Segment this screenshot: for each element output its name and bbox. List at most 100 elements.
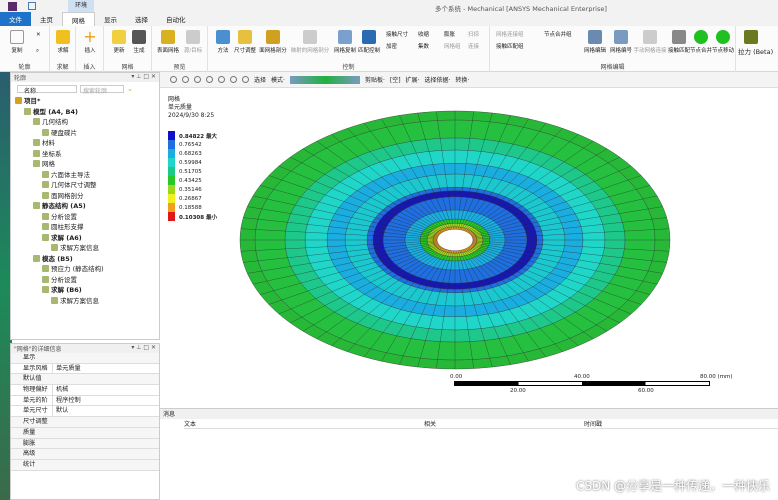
tree-item[interactable]: 圆柱形支撑: [11, 222, 159, 233]
details-group[interactable]: 默认值: [11, 374, 159, 386]
group-outline: 复制 ✕ ⌕ 轮廓: [0, 26, 50, 72]
tree-item[interactable]: 面网格剖分: [11, 191, 159, 202]
property-value[interactable]: 程序控制: [53, 396, 81, 406]
group-preview: 表面网格 源/目标 预览: [152, 26, 208, 72]
source-target-button[interactable]: 源/目标: [178, 30, 208, 54]
tree-item[interactable]: 分析设置: [11, 275, 159, 286]
tree-item[interactable]: 材料: [11, 138, 159, 149]
extend-dropdown[interactable]: 扩展·: [406, 75, 420, 84]
node-move-button[interactable]: 节点移动: [708, 30, 738, 54]
tree-item-label: 模态 (B5): [42, 254, 73, 263]
inflation-button[interactable]: 膨胀: [444, 30, 455, 38]
tree-item[interactable]: 静态结构 (A5): [11, 201, 159, 212]
details-row[interactable]: 物理偏好 机械: [11, 385, 159, 396]
details-group[interactable]: 显示: [11, 353, 159, 364]
tree-item-label: 项目*: [24, 97, 41, 105]
details-group[interactable]: 统计: [11, 459, 159, 471]
mapped-meshing-button[interactable]: 映射的网格剖分: [290, 30, 330, 54]
search-icon[interactable]: ⌕: [36, 48, 39, 55]
tab-home[interactable]: 主页: [31, 12, 62, 26]
tree-item[interactable]: 求解 (A6): [11, 233, 159, 244]
sweep-button[interactable]: 扫掠: [468, 30, 479, 38]
context-tab-environment[interactable]: 环境: [68, 0, 94, 12]
zoom-box-icon[interactable]: [242, 76, 249, 83]
pan-icon[interactable]: [218, 76, 225, 83]
zoom-in-icon[interactable]: [170, 76, 177, 83]
details-group[interactable]: 膨胀: [11, 438, 159, 450]
tree-item[interactable]: 模型 (A4, B4): [11, 107, 159, 118]
column-related[interactable]: 相关: [424, 419, 584, 428]
manual-mesh-connection-button[interactable]: 手动网格连接: [632, 30, 668, 54]
zoom-fit-icon[interactable]: [230, 76, 237, 83]
details-group[interactable]: 尺寸调整: [11, 417, 159, 428]
tree-item[interactable]: 硬盘碟片: [11, 128, 159, 139]
connect-button[interactable]: 连接: [468, 42, 479, 50]
tree-item[interactable]: 坐标系: [11, 149, 159, 160]
panel-controls[interactable]: ▾ ⊥ □ ✕: [131, 344, 156, 351]
details-group[interactable]: 质量: [11, 427, 159, 439]
tree-item-label: 六面体主导法: [51, 170, 90, 179]
property-value[interactable]: 默认: [53, 406, 68, 416]
sizing-button[interactable]: 尺寸调整: [230, 30, 260, 54]
insert-button[interactable]: + 插入: [75, 29, 105, 55]
tab-automation[interactable]: 自动化: [157, 12, 195, 26]
tree-item[interactable]: 求解 (B6): [11, 285, 159, 296]
scale-label: 20.00: [510, 388, 526, 394]
rotate-icon[interactable]: [206, 76, 213, 83]
outline-search-input[interactable]: 搜索轮廓: [80, 85, 124, 95]
details-row[interactable]: 显示风格 单元质量: [11, 363, 159, 375]
filter-chevron-icon[interactable]: ⌄: [127, 85, 133, 93]
tree-item-label: 材料: [42, 139, 55, 147]
face-meshing-button[interactable]: 面网格剖分: [258, 30, 288, 54]
copy-button[interactable]: 复制: [2, 30, 32, 54]
select-button[interactable]: 选择: [254, 75, 266, 84]
tree-item[interactable]: 分析设置: [11, 212, 159, 223]
selection-filter-icons[interactable]: [289, 75, 360, 84]
property-value[interactable]: 单元质量: [53, 364, 81, 374]
details-row[interactable]: 单元的阶 程序控制: [11, 395, 159, 407]
tree-item[interactable]: 网格: [11, 159, 159, 170]
clipboard-dropdown[interactable]: 剪贴板·: [365, 75, 385, 84]
contact-sizing-button[interactable]: 接触尺寸: [386, 30, 408, 38]
refinement-button[interactable]: 加密: [386, 42, 397, 50]
details-group[interactable]: 高级: [11, 449, 159, 460]
solve-button[interactable]: 求解: [48, 30, 78, 54]
tab-selection[interactable]: 选择: [126, 12, 157, 26]
property-value[interactable]: 机械: [53, 385, 68, 395]
convert-dropdown[interactable]: 转换·: [455, 75, 469, 84]
tree-item[interactable]: 几何结构: [11, 117, 159, 128]
tree-item[interactable]: 求解方案信息: [11, 243, 159, 254]
tree-item[interactable]: 六面体主导法: [11, 170, 159, 181]
tab-file[interactable]: 文件: [0, 12, 31, 26]
zoom-out-icon[interactable]: [182, 76, 189, 83]
pull-button[interactable]: 拉力 (Beta): [738, 30, 778, 56]
tab-display[interactable]: 显示: [95, 12, 126, 26]
column-timestamp[interactable]: 时间戳: [584, 419, 602, 428]
mesh-group-button[interactable]: 网格组: [444, 42, 461, 50]
details-row[interactable]: 单元尺寸 默认: [11, 406, 159, 418]
node-merge-group-button[interactable]: 节点合并组: [544, 30, 572, 38]
tree-item[interactable]: 几何体尺寸调整: [11, 180, 159, 191]
contact-shrink-button[interactable]: 收缩: [418, 30, 429, 38]
tree-item[interactable]: 项目*: [11, 96, 159, 107]
generate-button[interactable]: 生成: [124, 30, 154, 54]
panel-controls[interactable]: ▾ ⊥ □ ✕: [131, 73, 156, 80]
empty-selection[interactable]: [空]: [390, 75, 401, 84]
tree-item[interactable]: 模态 (B5): [11, 254, 159, 265]
tree-item[interactable]: 预应力 (静态结构): [11, 264, 159, 275]
match-control-button[interactable]: 匹配控制: [354, 30, 384, 54]
graphics-viewport[interactable]: 网格 单元质量 2024/9/30 8:25 0.84822 最大 0.76542…: [160, 88, 778, 406]
sets-button[interactable]: 集数: [418, 42, 429, 50]
column-text[interactable]: 文本: [184, 419, 424, 428]
contact-match-group-button[interactable]: 接触匹配组: [496, 42, 524, 50]
tree-item[interactable]: 求解方案信息: [11, 296, 159, 307]
tab-mesh[interactable]: 网格: [62, 12, 95, 26]
mesh-connection-group-button[interactable]: 网格连接组: [496, 30, 524, 38]
select-by-dropdown[interactable]: 选择依据·: [424, 75, 450, 84]
filter-name-select[interactable]: 名称: [17, 85, 77, 95]
mode-dropdown[interactable]: 模式·: [271, 75, 285, 84]
iso-view-icon[interactable]: [194, 76, 201, 83]
save-icon[interactable]: [28, 2, 36, 10]
close-icon[interactable]: ✕: [36, 32, 41, 38]
tree-item-label: 预应力 (静态结构): [51, 265, 104, 273]
